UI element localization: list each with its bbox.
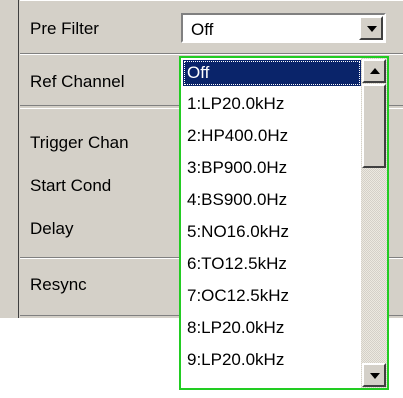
- dropdown-option[interactable]: 5:NO16.0kHz: [183, 219, 361, 245]
- panel-edge: [18, 0, 19, 318]
- scroll-down-icon: [370, 373, 380, 379]
- dropdown-option-selected[interactable]: Off: [183, 60, 361, 86]
- dropdown-option[interactable]: 9:LP20.0kHz: [183, 347, 361, 373]
- resync-label: Resync: [30, 275, 87, 294]
- scroll-down-button[interactable]: [362, 363, 386, 387]
- dropdown-option[interactable]: 8:LP20.0kHz: [183, 315, 361, 341]
- pre-filter-combo[interactable]: Off: [181, 13, 386, 43]
- vertical-scrollbar[interactable]: [361, 58, 387, 388]
- pre-filter-dropdown-list[interactable]: Off 1:LP20.0kHz 2:HP400.0Hz 3:BP900.0Hz …: [179, 56, 389, 390]
- dropdown-option[interactable]: 6:TO12.5kHz: [183, 251, 361, 277]
- start-cond-label[interactable]: Start Cond: [30, 176, 111, 196]
- dropdown-option[interactable]: 4:BS900.0Hz: [183, 187, 361, 213]
- dropdown-option[interactable]: 7:OC12.5kHz: [183, 283, 361, 309]
- chevron-down-icon: [367, 26, 377, 32]
- trigger-chan-label[interactable]: Trigger Chan: [30, 133, 129, 153]
- dropdown-option[interactable]: 2:HP400.0Hz: [183, 123, 361, 149]
- scroll-up-icon: [370, 68, 380, 74]
- scroll-up-button[interactable]: [362, 59, 386, 83]
- delay-label[interactable]: Delay: [30, 219, 73, 239]
- ref-channel-label: Ref Channel: [30, 72, 125, 91]
- scrollbar-thumb[interactable]: [362, 84, 386, 168]
- pre-filter-value: Off: [191, 20, 214, 39]
- pre-filter-label: Pre Filter: [30, 19, 99, 38]
- dropdown-option[interactable]: 1:LP20.0kHz: [183, 91, 361, 117]
- dropdown-option[interactable]: 3:BP900.0Hz: [183, 155, 361, 181]
- combo-dropdown-button[interactable]: [359, 16, 383, 40]
